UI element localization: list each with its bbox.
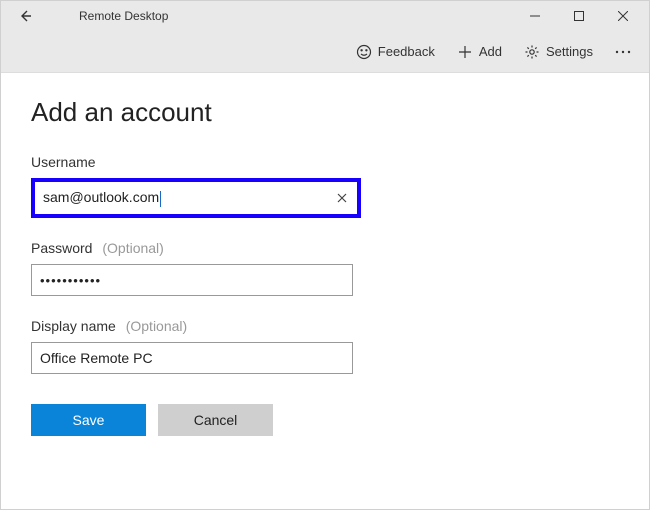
back-button[interactable] [9,1,41,31]
displayname-input[interactable]: Office Remote PC [31,342,353,374]
save-button[interactable]: Save [31,404,146,436]
password-value: ••••••••••• [40,273,344,288]
clear-input-button[interactable] [335,188,349,208]
gear-icon [524,44,540,60]
command-bar: Feedback Add Settings [1,31,649,73]
more-button[interactable] [605,50,641,54]
settings-label: Settings [546,44,593,59]
title-bar: Remote Desktop [1,1,649,31]
username-input[interactable]: sam@outlook.com [31,178,361,218]
add-button[interactable]: Add [447,38,512,66]
password-field-block: Password (Optional) ••••••••••• [31,240,619,296]
displayname-value: Office Remote PC [40,350,344,366]
username-label: Username [31,154,96,170]
cancel-button[interactable]: Cancel [158,404,273,436]
password-input[interactable]: ••••••••••• [31,264,353,296]
window-title: Remote Desktop [79,9,168,23]
arrow-left-icon [17,8,33,24]
displayname-label: Display name [31,318,116,334]
maximize-button[interactable] [557,1,601,31]
username-field-block: Username sam@outlook.com [31,154,619,218]
minimize-button[interactable] [513,1,557,31]
minimize-icon [530,11,540,21]
content-area: Add an account Username sam@outlook.com … [1,73,649,456]
feedback-label: Feedback [378,44,435,59]
close-icon [618,11,628,21]
close-button[interactable] [601,1,645,31]
add-label: Add [479,44,502,59]
ellipsis-icon [615,50,631,54]
password-label: Password [31,240,92,256]
x-icon [337,193,347,203]
feedback-button[interactable]: Feedback [346,38,445,66]
button-row: Save Cancel [31,404,619,436]
plus-icon [457,44,473,60]
password-optional: (Optional) [102,240,163,256]
settings-button[interactable]: Settings [514,38,603,66]
smiley-icon [356,44,372,60]
displayname-field-block: Display name (Optional) Office Remote PC [31,318,619,374]
text-cursor [160,191,161,207]
page-title: Add an account [31,97,619,128]
maximize-icon [574,11,584,21]
displayname-optional: (Optional) [126,318,187,334]
username-value: sam@outlook.com [43,189,159,205]
